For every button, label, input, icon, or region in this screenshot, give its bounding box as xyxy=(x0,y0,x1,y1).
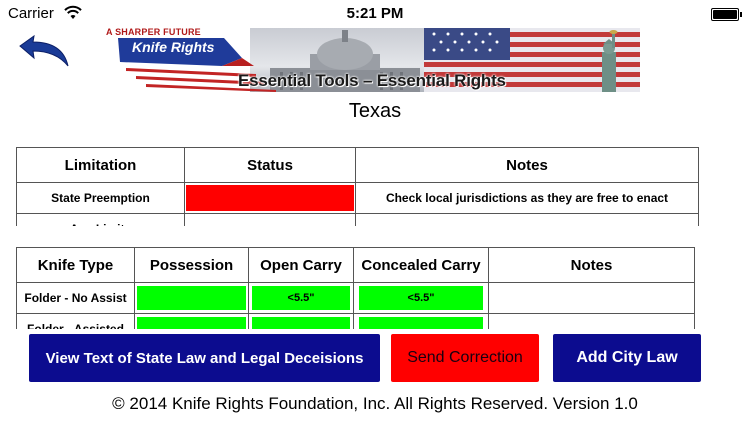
column-header: Knife Type xyxy=(16,247,135,283)
state-title: Texas xyxy=(348,100,402,122)
add-city-law-button[interactable]: Add City Law xyxy=(553,334,701,382)
header-banner: A SHARPER FUTURE Knife Rights Essential … xyxy=(104,28,640,92)
column-header: Notes xyxy=(355,147,699,183)
send-correction-button[interactable]: Send Correction xyxy=(391,334,539,382)
limitations-table-container[interactable]: Limitation Status Notes State Preemption… xyxy=(16,147,706,226)
table-row[interactable]: Age Limits xyxy=(16,213,699,226)
table-row[interactable]: Folder - No Assist <5.5" <5.5" xyxy=(16,282,695,314)
knife-type-cell: Folder - No Assist xyxy=(16,282,135,314)
column-header: Notes xyxy=(488,247,695,283)
limitations-table: Limitation Status Notes State Preemption… xyxy=(16,147,699,226)
possession-cell xyxy=(134,282,249,314)
possession-cell xyxy=(134,313,249,329)
knife-type-cell: Folder - Assisted xyxy=(16,313,135,329)
table-row[interactable]: Folder - Assisted xyxy=(16,313,695,329)
knife-table: Knife Type Possession Open Carry Conceal… xyxy=(16,247,695,329)
concealed-carry-cell: <5.5" xyxy=(353,282,489,314)
table-header-row: Limitation Status Notes xyxy=(16,147,699,183)
table-row[interactable]: State Preemption Check local jurisdictio… xyxy=(16,182,699,214)
clock: 5:21 PM xyxy=(346,5,404,22)
status-cell xyxy=(184,213,356,226)
battery-icon xyxy=(711,8,742,21)
column-header: Status xyxy=(184,147,356,183)
open-carry-cell: <5.5" xyxy=(248,282,354,314)
open-carry-cell xyxy=(248,313,354,329)
banner-tagline: Essential Tools – Essential Rights xyxy=(238,71,506,90)
knife-table-container[interactable]: Knife Type Possession Open Carry Conceal… xyxy=(16,247,706,329)
back-arrow-icon[interactable] xyxy=(16,34,72,70)
statue-of-liberty-image xyxy=(602,30,618,92)
column-header: Limitation xyxy=(16,147,185,183)
column-header: Open Carry xyxy=(248,247,354,283)
limitation-cell: Age Limits xyxy=(16,213,185,226)
brand-name: Knife Rights xyxy=(132,39,215,55)
column-header: Possession xyxy=(134,247,249,283)
copyright-footer: © 2014 Knife Rights Foundation, Inc. All… xyxy=(112,394,638,413)
table-header-row: Knife Type Possession Open Carry Conceal… xyxy=(16,247,695,283)
status-bar: Carrier 5:21 PM xyxy=(0,0,750,28)
view-state-law-button[interactable]: View Text of State Law and Legal Deceisi… xyxy=(29,334,380,382)
notes-cell: Check local jurisdictions as they are fr… xyxy=(355,182,699,214)
concealed-carry-cell xyxy=(353,313,489,329)
notes-cell xyxy=(488,282,695,314)
notes-cell xyxy=(488,313,695,329)
limitation-cell: State Preemption xyxy=(16,182,185,214)
notes-cell xyxy=(355,213,699,226)
status-cell xyxy=(184,182,356,214)
column-header: Concealed Carry xyxy=(353,247,489,283)
